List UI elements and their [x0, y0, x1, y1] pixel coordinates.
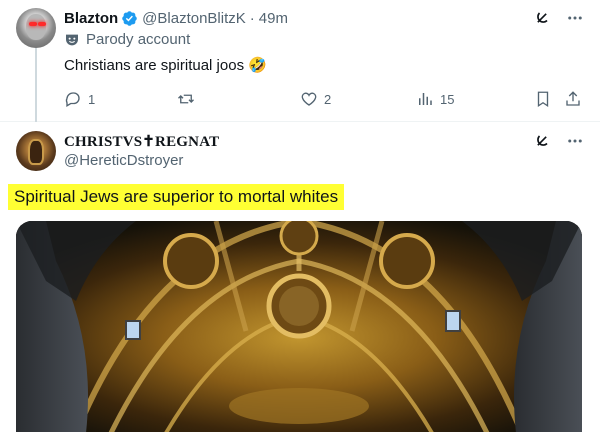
- bookmark-button[interactable]: [534, 90, 558, 108]
- avatar-laser-eye: [38, 22, 46, 26]
- tweet-top-actions: [532, 8, 584, 33]
- share-button[interactable]: [564, 90, 588, 108]
- display-name[interactable]: CHRISTVS✝REGNAT: [64, 132, 219, 151]
- tweet-top-actions: [532, 131, 584, 156]
- highlighted-tweet-text: Spiritual Jews are superior to mortal wh…: [8, 184, 345, 210]
- handle[interactable]: @BlaztonBlitzK: [142, 10, 246, 27]
- like-icon: [301, 92, 317, 106]
- reply-icon: [65, 92, 80, 107]
- share-icon: [566, 91, 580, 106]
- display-name[interactable]: Blazton: [64, 10, 118, 27]
- tweet-header: Blazton @BlaztonBlitzK · 49m: [64, 8, 288, 28]
- avatar-icon-figure: [28, 139, 44, 165]
- views-count: 15: [440, 91, 455, 107]
- grok-icon[interactable]: [532, 131, 552, 156]
- grok-icon[interactable]: [532, 8, 552, 33]
- tweet-actions: 1 2 15: [64, 88, 584, 110]
- repost-button[interactable]: [177, 90, 201, 108]
- like-button[interactable]: 2: [300, 90, 331, 108]
- avatar-laser-eye: [29, 22, 37, 26]
- separator: ·: [249, 9, 255, 27]
- tweet-image-church-ceiling[interactable]: [16, 221, 582, 432]
- parody-label: Parody account: [64, 31, 190, 48]
- timestamp[interactable]: 49m: [259, 10, 288, 27]
- views-icon: [419, 93, 432, 105]
- thread-line: [35, 48, 37, 122]
- church-ceiling-image: [16, 221, 582, 432]
- avatar[interactable]: [16, 8, 56, 48]
- tweet-text: Christians are spiritual joos 🤣: [64, 57, 267, 74]
- like-count: 2: [324, 91, 332, 107]
- repost-icon: [178, 94, 194, 104]
- tweet-christvs-regnat[interactable]: CHRISTVS✝REGNAT @HereticDstroyer Spiritu…: [0, 123, 600, 432]
- bookmark-icon: [537, 91, 549, 108]
- reply-button[interactable]: 1: [64, 90, 95, 108]
- more-icon[interactable]: [566, 132, 584, 155]
- tweet-blazton[interactable]: Blazton @BlaztonBlitzK · 49m Parody acco…: [0, 0, 600, 122]
- verified-badge-icon: [121, 10, 138, 27]
- parody-label-text: Parody account: [86, 31, 191, 48]
- avatar[interactable]: [16, 131, 56, 171]
- avatar-face: [26, 14, 46, 40]
- more-icon[interactable]: [566, 9, 584, 32]
- tweet-header: CHRISTVS✝REGNAT: [64, 131, 219, 151]
- mask-icon: [66, 34, 78, 45]
- views-button[interactable]: 15: [416, 90, 454, 108]
- reply-count: 1: [88, 91, 96, 107]
- handle[interactable]: @HereticDstroyer: [64, 152, 183, 169]
